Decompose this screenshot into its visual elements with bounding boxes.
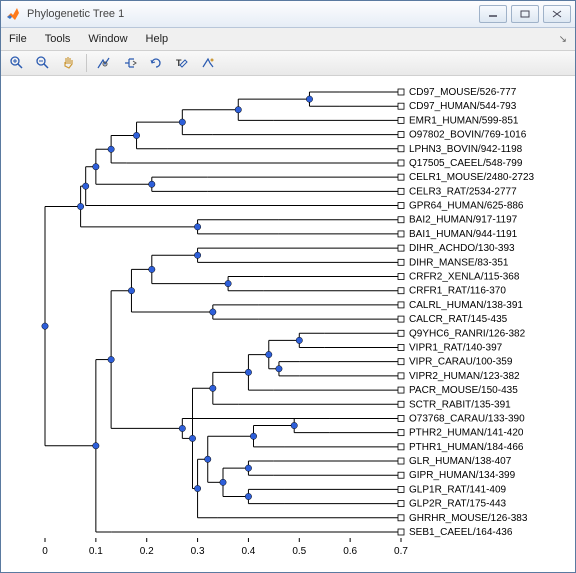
close-button[interactable] [543,5,571,23]
leaf-label: SEB1_CAEEL/164-436 [409,527,513,538]
pan-icon[interactable] [57,52,81,74]
leaf-label: DIHR_ACHDO/130-393 [409,243,515,254]
leaf-label: Q9YHC6_RANRI/126-382 [409,328,526,339]
maximize-button[interactable] [511,5,539,23]
leaf-label: GIPR_HUMAN/134-399 [409,470,516,481]
toolbar-separator [86,54,87,72]
leaf-label: VIPR2_HUMAN/123-382 [409,371,520,382]
leaf-label: LPHN3_BOVIN/942-1198 [409,144,523,155]
svg-text:0.7: 0.7 [394,546,408,557]
leaf-label: GLP2R_RAT/175-443 [409,499,507,510]
figure-area: 0 0.1 0.2 0.3 0.4 0.5 0.6 0.7 CD97_MOUSE/526-777… [1,75,575,572]
zoom-in-icon[interactable] [5,52,29,74]
leaf-label: BAI2_HUMAN/917-1197 [409,215,518,226]
leaf-label: GPR64_HUMAN/625-886 [409,201,524,212]
svg-text:0.5: 0.5 [292,546,306,557]
svg-text:0: 0 [42,546,48,557]
leaf-label: CD97_HUMAN/544-793 [409,101,517,112]
leaf-label: Q17505_CAEEL/548-799 [409,158,523,169]
matlab-icon [5,6,21,22]
leaf-label: CELR3_RAT/2534-2777 [409,186,517,197]
titlebar: Phylogenetic Tree 1 [1,1,575,28]
svg-text:0.6: 0.6 [343,546,357,557]
menubar: File Tools Window Help ↘ [1,28,575,51]
leaf-label: CALRL_HUMAN/138-391 [409,300,523,311]
leaf-label: VIPR_CARAU/100-359 [409,357,513,368]
leaf-label: GLP1R_RAT/141-409 [409,484,507,495]
leaf-label: PTHR1_HUMAN/184-466 [409,442,524,453]
phylo-tree: 0 0.1 0.2 0.3 0.4 0.5 0.6 0.7 CD97_MOUSE/526-777… [41,84,557,564]
inspect-icon[interactable] [92,52,116,74]
toolbar: T [1,51,575,76]
leaf-label: GLR_HUMAN/138-407 [409,456,512,467]
leaf-label: CRFR2_XENLA/115-368 [409,272,520,283]
rotate-icon[interactable] [144,52,168,74]
leaf-label: GHRHR_MOUSE/126-383 [409,513,528,524]
leaf-label: CD97_MOUSE/526-777 [409,87,517,98]
leaf-label: EMR1_HUMAN/599-851 [409,115,519,126]
leaf-label: O97802_BOVIN/769-1016 [409,130,527,141]
options-icon[interactable] [196,52,220,74]
menu-window[interactable]: Window [88,33,127,45]
leaf-label: SCTR_RABIT/135-391 [409,399,511,410]
leaf-label: VIPR1_RAT/140-397 [409,342,503,353]
svg-text:0.1: 0.1 [89,546,103,557]
collapse-icon[interactable] [118,52,142,74]
rename-icon[interactable]: T [170,52,194,74]
svg-text:0.3: 0.3 [191,546,205,557]
menu-file[interactable]: File [9,33,27,45]
svg-text:0.2: 0.2 [140,546,154,557]
leaf-label: PACR_MOUSE/150-435 [409,385,518,396]
leaf-label: CALCR_RAT/145-435 [409,314,508,325]
leaf-label: DIHR_MANSE/83-351 [409,257,509,268]
axes[interactable]: 0 0.1 0.2 0.3 0.4 0.5 0.6 0.7 CD97_MOUSE/526-777… [41,84,557,564]
svg-text:0.4: 0.4 [241,546,255,557]
leaf-label: BAI1_HUMAN/944-1191 [409,229,518,240]
zoom-out-icon[interactable] [31,52,55,74]
window-title: Phylogenetic Tree 1 [27,8,479,20]
menu-help[interactable]: Help [146,33,169,45]
menu-tools[interactable]: Tools [45,33,71,45]
leaf-label: PTHR2_HUMAN/141-420 [409,428,524,439]
minimize-button[interactable] [479,5,507,23]
leaf-label: CELR1_MOUSE/2480-2723 [409,172,535,183]
undock-icon[interactable]: ↘ [559,34,567,45]
leaf-label: O73768_CARAU/133-390 [409,413,525,424]
leaf-label: CRFR1_RAT/116-370 [409,286,506,297]
